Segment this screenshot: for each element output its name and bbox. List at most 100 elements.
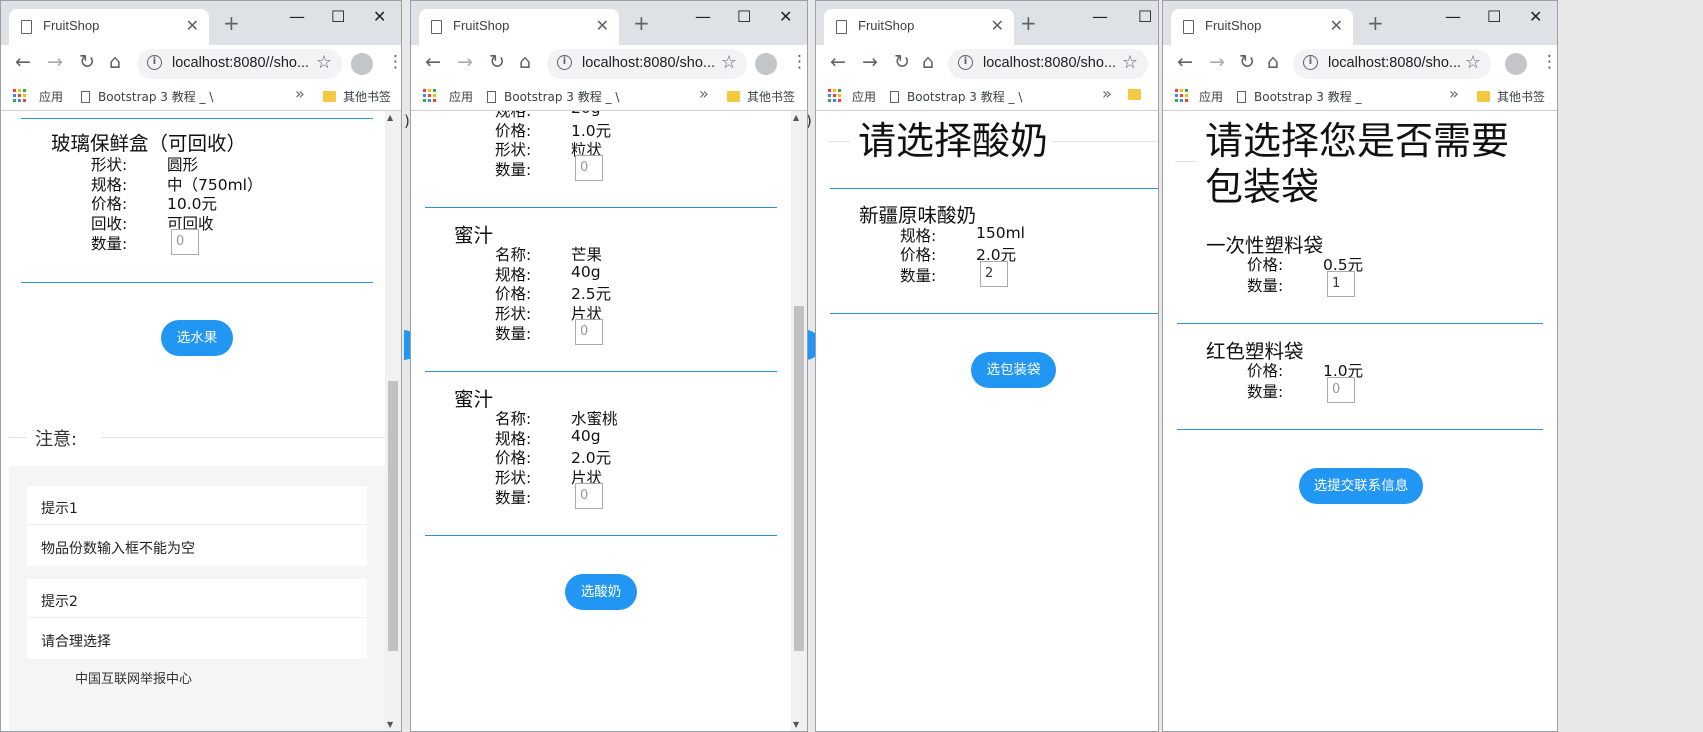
scrollbar[interactable]: ▲ ▼ [791, 111, 807, 731]
maximize-icon[interactable]: ☐ [331, 7, 345, 26]
chevron-more-icon[interactable]: » [1102, 84, 1112, 103]
back-arrow-icon[interactable]: ← [425, 51, 441, 73]
bookmark-apps[interactable]: 应用 [449, 88, 473, 105]
bookmark-bootstrap[interactable]: Bootstrap 3 教程 _ \ [890, 88, 1022, 105]
quantity-input[interactable]: 0 [1327, 377, 1355, 403]
info-icon[interactable]: i [958, 55, 973, 70]
scroll-up-icon[interactable]: ▲ [387, 113, 393, 122]
maximize-icon[interactable]: ☐ [1487, 7, 1501, 26]
document-icon [81, 91, 90, 103]
toolbar: ← → ↻ ⌂ i localhost:8080/sho... ☆ ⋮ [1163, 45, 1557, 81]
bookmark-other[interactable] [1128, 88, 1148, 102]
new-tab-icon[interactable]: + [1020, 11, 1037, 35]
folder-icon [1477, 91, 1490, 102]
bookmark-bootstrap[interactable]: Bootstrap 3 教程 _ [1237, 88, 1362, 105]
chevron-more-icon[interactable]: » [699, 84, 709, 103]
address-bar[interactable]: i localhost:8080/sho... ☆ [948, 49, 1148, 79]
kebab-menu-icon[interactable]: ⋮ [387, 52, 401, 72]
home-icon[interactable]: ⌂ [109, 51, 121, 73]
quantity-input[interactable]: 0 [575, 483, 603, 509]
tab-title: FruitShop [453, 18, 510, 33]
new-tab-icon[interactable]: + [1367, 11, 1384, 35]
bookmark-apps[interactable]: 应用 [852, 88, 876, 105]
forward-arrow-icon[interactable]: → [1209, 51, 1225, 73]
quantity-input[interactable]: 0 [171, 229, 199, 255]
maximize-icon[interactable]: ☐ [737, 7, 751, 26]
quantity-input[interactable]: 0 [575, 319, 603, 345]
close-tab-icon[interactable]: ✕ [596, 16, 609, 35]
bookmark-other[interactable]: 其他书签 [1477, 88, 1545, 105]
kebab-menu-icon[interactable]: ⋮ [1541, 52, 1557, 72]
minimize-icon[interactable]: — [1092, 7, 1108, 26]
scroll-down-icon[interactable]: ▼ [387, 720, 393, 729]
select-fruit-button[interactable]: 选水果 [161, 320, 233, 356]
back-arrow-icon[interactable]: ← [1177, 51, 1193, 73]
star-icon[interactable]: ☆ [316, 52, 332, 73]
scroll-down-icon[interactable]: ▼ [793, 720, 799, 729]
chevron-more-icon[interactable]: » [1449, 84, 1459, 103]
close-window-icon[interactable]: ✕ [1529, 7, 1542, 26]
quantity-input[interactable]: 1 [1327, 271, 1355, 297]
scrollbar[interactable]: ▲ ▼ [385, 111, 401, 731]
minimize-icon[interactable]: — [695, 7, 711, 26]
quantity-input[interactable]: 0 [575, 155, 603, 181]
avatar[interactable] [351, 53, 373, 75]
tab-fruitshop[interactable]: FruitShop ✕ [9, 9, 209, 45]
star-icon[interactable]: ☆ [1465, 52, 1481, 73]
new-tab-icon[interactable]: + [633, 11, 650, 35]
star-icon[interactable]: ☆ [721, 52, 737, 73]
scrollbar-thumb[interactable] [794, 306, 804, 651]
quantity-input[interactable]: 2 [980, 261, 1008, 287]
minimize-icon[interactable]: — [1445, 7, 1461, 26]
tab-fruitshop[interactable]: FruitShop ✕ [1171, 9, 1353, 45]
close-window-icon[interactable]: ✕ [779, 7, 792, 26]
bookmark-apps[interactable]: 应用 [39, 88, 63, 105]
address-bar[interactable]: i localhost:8080//sho... ☆ [137, 49, 342, 79]
apps-icon[interactable] [1175, 89, 1188, 102]
tab-fruitshop[interactable]: FruitShop ✕ [824, 9, 1014, 45]
select-bag-button[interactable]: 选包装袋 [971, 352, 1056, 388]
back-arrow-icon[interactable]: ← [830, 51, 846, 73]
reload-icon[interactable]: ↻ [489, 51, 505, 73]
forward-arrow-icon[interactable]: → [862, 51, 878, 73]
select-yogurt-button[interactable]: 选酸奶 [565, 574, 637, 610]
bookmark-other[interactable]: 其他书签 [727, 88, 795, 105]
home-icon[interactable]: ⌂ [519, 51, 531, 73]
bookmark-apps[interactable]: 应用 [1199, 88, 1223, 105]
bookmark-other[interactable]: 其他书签 [323, 88, 391, 105]
apps-icon[interactable] [13, 89, 26, 102]
submit-contact-button[interactable]: 选提交联系信息 [1299, 468, 1423, 504]
avatar[interactable] [1505, 53, 1527, 75]
address-bar[interactable]: i localhost:8080/sho... ☆ [547, 49, 747, 79]
back-arrow-icon[interactable]: ← [15, 51, 31, 73]
close-window-icon[interactable]: ✕ [373, 7, 386, 26]
reload-icon[interactable]: ↻ [1239, 51, 1255, 73]
info-icon[interactable]: i [147, 55, 162, 70]
star-icon[interactable]: ☆ [1122, 52, 1138, 73]
close-tab-icon[interactable]: ✕ [186, 16, 199, 35]
avatar[interactable] [755, 53, 777, 75]
apps-icon[interactable] [828, 89, 841, 102]
home-icon[interactable]: ⌂ [1267, 51, 1279, 73]
close-tab-icon[interactable]: ✕ [1330, 16, 1343, 35]
home-icon[interactable]: ⌂ [922, 51, 934, 73]
kebab-menu-icon[interactable]: ⋮ [791, 52, 807, 72]
maximize-icon[interactable]: ☐ [1138, 7, 1152, 26]
tab-fruitshop[interactable]: FruitShop ✕ [419, 9, 619, 45]
forward-arrow-icon[interactable]: → [457, 51, 473, 73]
scrollbar-thumb[interactable] [388, 381, 398, 651]
info-icon[interactable]: i [557, 55, 572, 70]
info-icon[interactable]: i [1303, 55, 1318, 70]
reload-icon[interactable]: ↻ [894, 51, 910, 73]
bookmark-bootstrap[interactable]: Bootstrap 3 教程 _ \ [487, 88, 619, 105]
bookmark-bootstrap[interactable]: Bootstrap 3 教程 _ \ [81, 88, 213, 105]
minimize-icon[interactable]: — [289, 7, 305, 26]
new-tab-icon[interactable]: + [223, 11, 240, 35]
chevron-more-icon[interactable]: » [295, 84, 305, 103]
scroll-up-icon[interactable]: ▲ [793, 113, 799, 122]
close-tab-icon[interactable]: ✕ [991, 16, 1004, 35]
apps-icon[interactable] [423, 89, 436, 102]
reload-icon[interactable]: ↻ [79, 51, 95, 73]
address-bar[interactable]: i localhost:8080/sho... ☆ [1293, 49, 1491, 79]
forward-arrow-icon[interactable]: → [47, 51, 63, 73]
